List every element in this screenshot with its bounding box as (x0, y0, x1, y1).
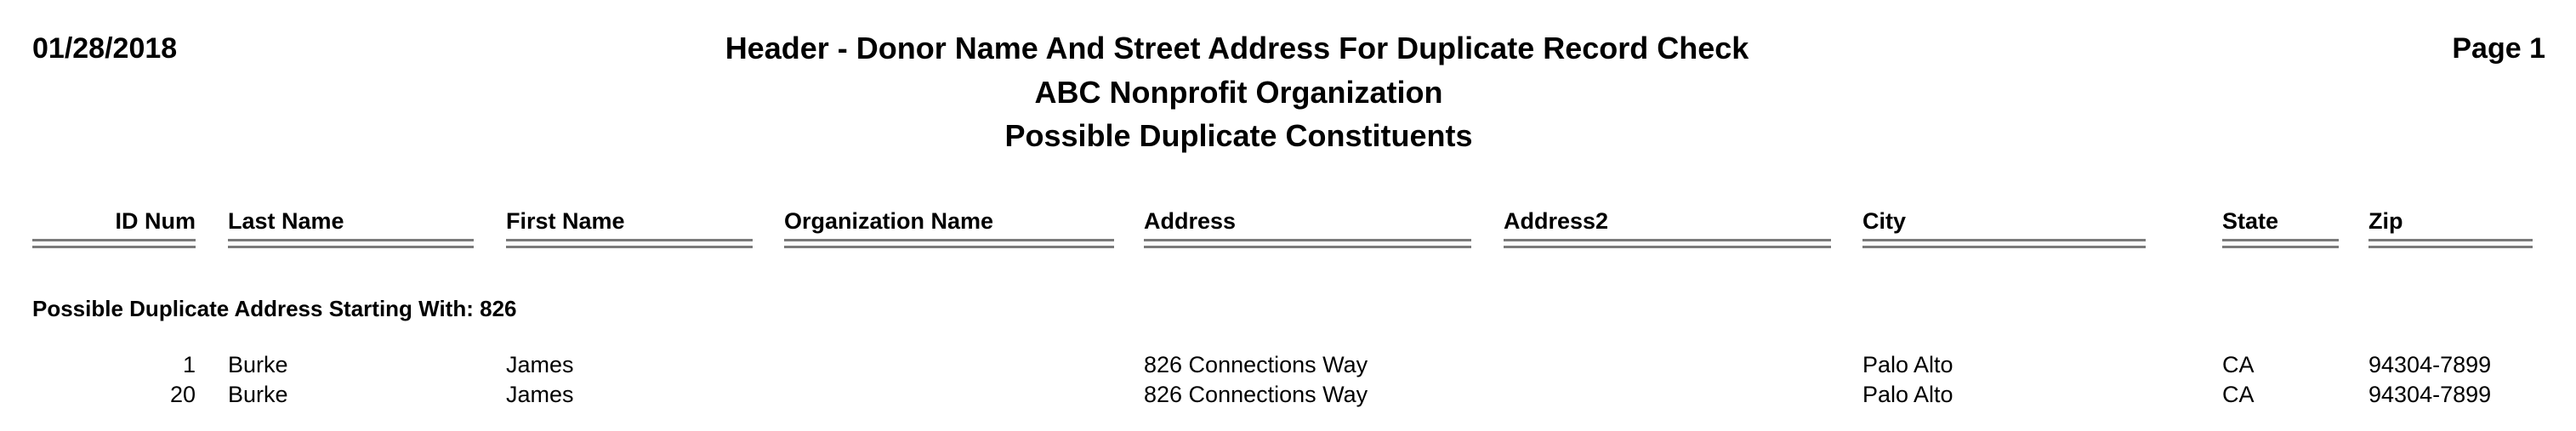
cell-id-num: 20 (169, 382, 196, 407)
column-header-state: State (2222, 208, 2279, 234)
cell-last-name: Burke (228, 352, 288, 377)
column-header-address: Address (1144, 208, 1237, 234)
column-underline-state (2222, 239, 2339, 248)
column-underline-address (1144, 239, 1471, 248)
organization-name: ABC Nonprofit Organization (1034, 75, 1443, 110)
column-header-first-name: First Name (506, 208, 625, 234)
cell-city: Palo Alto (1862, 382, 1953, 407)
cell-id-num: 1 (182, 352, 196, 377)
column-header-address2: Address2 (1504, 208, 1609, 234)
cell-address: 826 Connections Way (1144, 352, 1368, 377)
column-underline-last-name (228, 239, 474, 248)
column-underline-address2 (1504, 239, 1831, 248)
column-header-zip: Zip (2368, 208, 2403, 234)
column-header-city: City (1862, 208, 1907, 234)
cell-state: CA (2222, 352, 2255, 377)
column-underline-id-num (32, 239, 196, 248)
column-underline-city (1862, 239, 2146, 248)
group-label: Possible Duplicate Address Starting With… (32, 296, 517, 321)
column-header-last-name: Last Name (228, 208, 344, 234)
cell-zip: 94304-7899 (2368, 382, 2492, 407)
column-underline-organization-name (784, 239, 1114, 248)
cell-first-name: James (506, 382, 574, 407)
cell-last-name: Burke (228, 382, 288, 407)
cell-address: 826 Connections Way (1144, 382, 1368, 407)
column-underline-first-name (506, 239, 753, 248)
cell-state: CA (2222, 382, 2255, 407)
column-underline-zip (2368, 239, 2533, 248)
column-header-id-num: ID Num (115, 208, 196, 234)
cell-city: Palo Alto (1862, 352, 1953, 377)
report-title: Header - Donor Name And Street Address F… (725, 31, 1749, 65)
page-number: Page 1 (2452, 32, 2545, 65)
column-header-organization-name: Organization Name (784, 208, 994, 234)
cell-zip: 94304-7899 (2368, 352, 2492, 377)
cell-first-name: James (506, 352, 574, 377)
report-subtitle: Possible Duplicate Constituents (1004, 118, 1473, 153)
